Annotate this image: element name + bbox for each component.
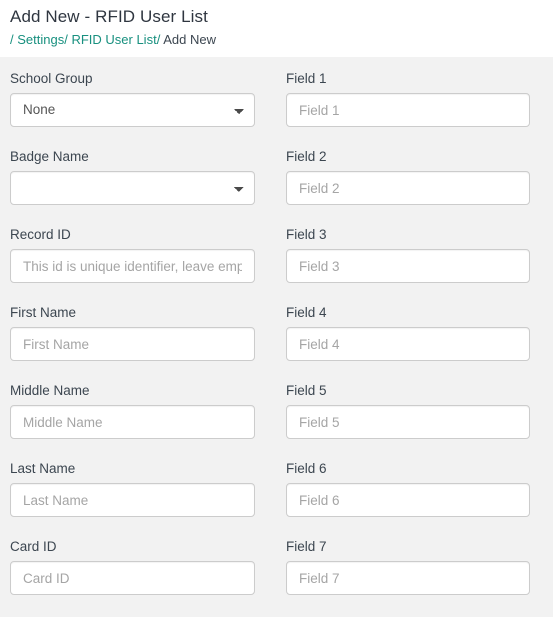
form-column-left: School Group None Badge Name Record ID First… bbox=[10, 71, 255, 617]
label-field-4: Field 4 bbox=[286, 305, 327, 320]
label-field-6: Field 6 bbox=[286, 461, 327, 476]
input-record-id[interactable] bbox=[10, 249, 255, 283]
label-badge-name: Badge Name bbox=[10, 149, 89, 164]
label-card-id: Card ID bbox=[10, 539, 57, 554]
label-field-1: Field 1 bbox=[286, 71, 327, 86]
breadcrumb-link-settings[interactable]: Settings bbox=[17, 32, 64, 47]
label-last-name: Last Name bbox=[10, 461, 76, 476]
form-group-badge-name: Badge Name bbox=[10, 149, 255, 205]
select-school-group[interactable]: None bbox=[10, 93, 255, 127]
label-field-5: Field 5 bbox=[286, 383, 327, 398]
label-first-name: First Name bbox=[10, 305, 77, 320]
label-middle-name: Middle Name bbox=[10, 383, 90, 398]
form-group-field-6: Field 6 bbox=[286, 461, 530, 517]
form-group-field-2: Field 2 bbox=[286, 149, 530, 205]
form-group-first-name: First Name bbox=[10, 305, 255, 361]
label-record-id: Record ID bbox=[10, 227, 71, 242]
input-field-1[interactable] bbox=[286, 93, 530, 127]
form-group-card-id: Card ID bbox=[10, 539, 255, 595]
label-field-3: Field 3 bbox=[286, 227, 327, 242]
form-group-last-name: Last Name bbox=[10, 461, 255, 517]
input-field-5[interactable] bbox=[286, 405, 530, 439]
input-card-id[interactable] bbox=[10, 561, 255, 595]
form-grid: School Group None Badge Name Record ID First… bbox=[0, 71, 553, 617]
label-school-group: School Group bbox=[10, 71, 93, 86]
form-group-school-group: School Group None bbox=[10, 71, 255, 127]
form-column-right: Field 1 Field 2 Field 3 Field 4 Field 5 Field… bbox=[286, 71, 530, 617]
input-field-4[interactable] bbox=[286, 327, 530, 361]
input-field-2[interactable] bbox=[286, 171, 530, 205]
input-middle-name[interactable] bbox=[10, 405, 255, 439]
form-group-field-3: Field 3 bbox=[286, 227, 530, 283]
page-header: Add New - RFID User List / Settings/ RFI… bbox=[0, 0, 553, 57]
form-group-field-7: Field 7 bbox=[286, 539, 530, 595]
input-first-name[interactable] bbox=[10, 327, 255, 361]
form-group-field-5: Field 5 bbox=[286, 383, 530, 439]
input-field-3[interactable] bbox=[286, 249, 530, 283]
input-field-6[interactable] bbox=[286, 483, 530, 517]
breadcrumb: / Settings/ RFID User List/ Add New bbox=[10, 31, 553, 48]
page-title: Add New - RFID User List bbox=[10, 7, 208, 26]
input-field-7[interactable] bbox=[286, 561, 530, 595]
label-field-2: Field 2 bbox=[286, 149, 327, 164]
form-group-field-4: Field 4 bbox=[286, 305, 530, 361]
label-field-7: Field 7 bbox=[286, 539, 327, 554]
breadcrumb-current: Add New bbox=[163, 32, 216, 47]
input-last-name[interactable] bbox=[10, 483, 255, 517]
select-badge-name[interactable] bbox=[10, 171, 255, 205]
form-group-record-id: Record ID bbox=[10, 227, 255, 283]
form-body: School Group None Badge Name Record ID First… bbox=[0, 57, 553, 600]
breadcrumb-link-rfid-user-list[interactable]: RFID User List bbox=[71, 32, 156, 47]
form-group-field-1: Field 1 bbox=[286, 71, 530, 127]
form-group-middle-name: Middle Name bbox=[10, 383, 255, 439]
